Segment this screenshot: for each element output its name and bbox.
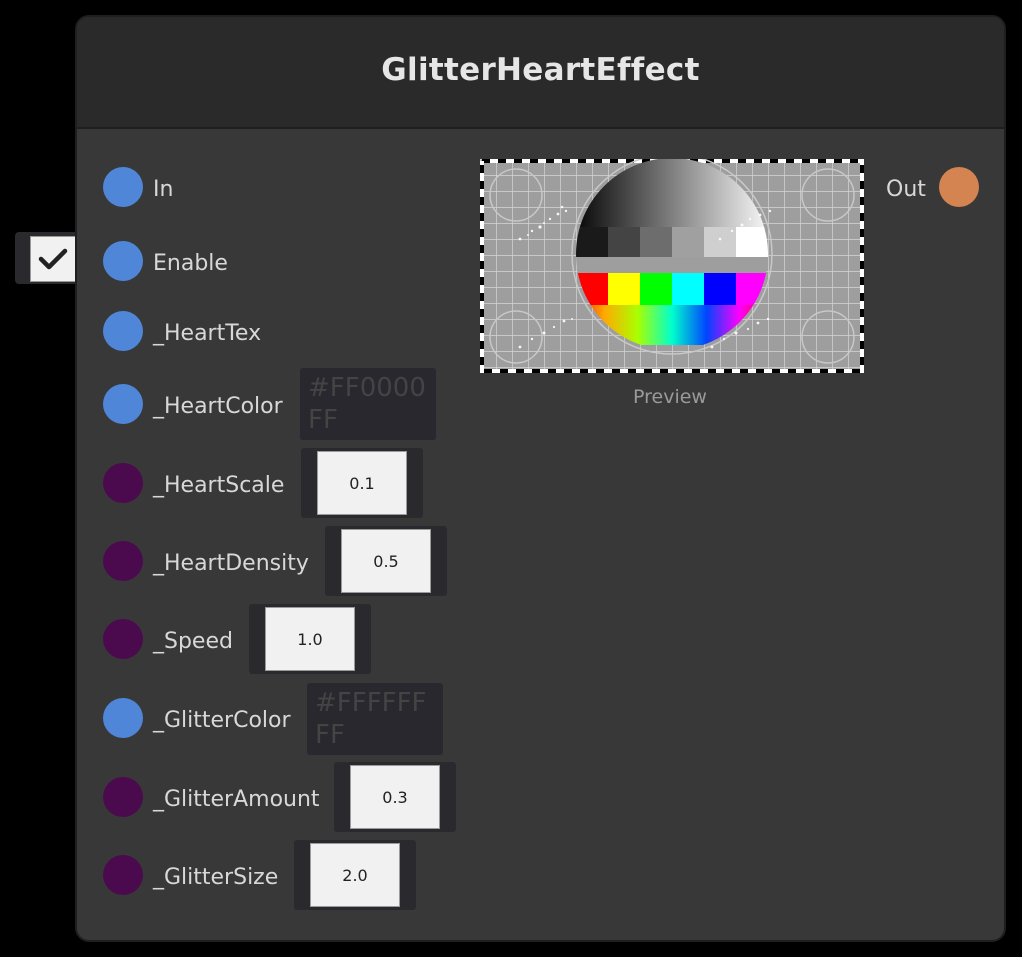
speed-label: _Speed <box>153 629 233 654</box>
in-port[interactable] <box>103 167 143 207</box>
preview-image <box>480 153 864 373</box>
heart-density-input[interactable]: 0.5 <box>341 529 431 593</box>
enable-port[interactable] <box>103 241 143 281</box>
node-title: GlitterHeartEffect <box>381 52 700 88</box>
enable-label: Enable <box>153 251 228 276</box>
speed-port[interactable] <box>103 619 143 659</box>
glitter-amount-label: _GlitterAmount <box>153 787 320 812</box>
node-header[interactable]: GlitterHeartEffect <box>77 17 1004 129</box>
glitter-size-label: _GlitterSize <box>153 865 279 890</box>
heart-scale-label: _HeartScale <box>153 473 285 498</box>
glitter-color-port[interactable] <box>103 698 143 738</box>
in-label: In <box>153 177 174 202</box>
heart-color-field[interactable]: #FF0000FF <box>300 368 436 440</box>
out-port[interactable] <box>939 167 979 207</box>
glitter-amount-port[interactable] <box>103 777 143 817</box>
test-pattern-preview <box>480 153 864 373</box>
heart-tex-port[interactable] <box>103 311 143 351</box>
glitter-size-port[interactable] <box>103 855 143 895</box>
checkmark-icon <box>38 248 68 270</box>
heart-color-label: _HeartColor <box>153 394 283 419</box>
glitter-size-input[interactable]: 2.0 <box>310 843 400 907</box>
heart-density-label: _HeartDensity <box>153 551 309 576</box>
glitter-color-field[interactable]: #FFFFFFFF <box>307 683 443 755</box>
heart-color-port[interactable] <box>103 384 143 424</box>
heart-scale-input[interactable]: 0.1 <box>317 451 407 515</box>
glitter-amount-input[interactable]: 0.3 <box>350 765 440 829</box>
speed-input[interactable]: 1.0 <box>265 607 355 671</box>
heart-scale-port[interactable] <box>103 463 143 503</box>
enable-checkbox[interactable] <box>30 236 76 282</box>
preview-label: Preview <box>633 386 707 408</box>
heart-tex-label: _HeartTex <box>153 321 262 346</box>
heart-density-port[interactable] <box>103 541 143 581</box>
out-label: Out <box>886 177 926 202</box>
glitter-color-label: _GlitterColor <box>153 708 291 733</box>
